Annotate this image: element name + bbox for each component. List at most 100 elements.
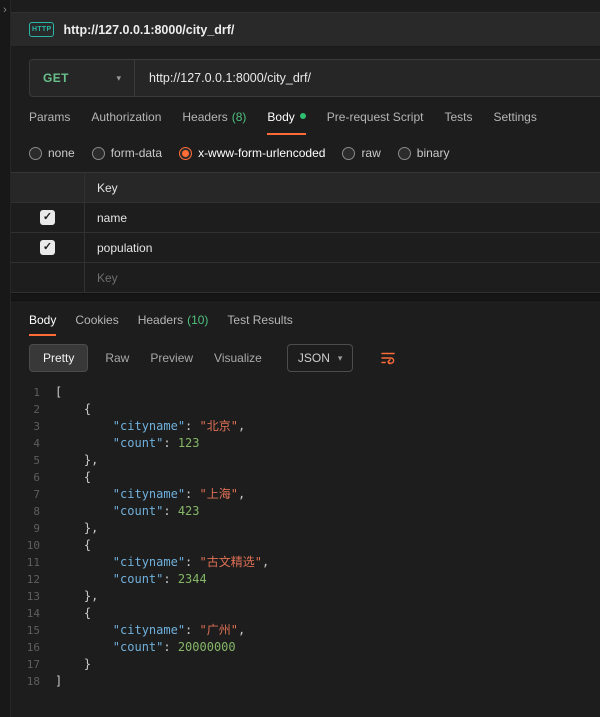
- method-select[interactable]: GET ▾: [30, 60, 135, 96]
- body-mode-none[interactable]: none: [29, 146, 75, 160]
- tab-label: Body: [267, 110, 294, 124]
- tab-settings[interactable]: Settings: [494, 110, 537, 135]
- code-line: 2 {: [11, 401, 600, 418]
- view-label: Preview: [150, 351, 193, 365]
- response-headers-count-badge: (10): [187, 313, 208, 327]
- key-column-header: Key: [85, 173, 600, 202]
- line-number: 7: [11, 486, 55, 503]
- response-tabs: Body Cookies Headers(10) Test Results: [11, 301, 600, 336]
- url-input[interactable]: http://127.0.0.1:8000/city_drf/: [135, 60, 600, 96]
- tab-label: Headers: [182, 110, 227, 124]
- code-line: 3 "cityname": "北京",: [11, 418, 600, 435]
- code-line: 9 },: [11, 520, 600, 537]
- key-cell[interactable]: name: [85, 203, 600, 232]
- tab-label: Params: [29, 110, 70, 124]
- radio-icon: [92, 147, 105, 160]
- tab-headers[interactable]: Headers(8): [182, 110, 246, 135]
- tab-tests[interactable]: Tests: [444, 110, 472, 135]
- code-line: 18]: [11, 673, 600, 690]
- view-visualize-button[interactable]: Visualize: [210, 344, 266, 372]
- table-row: ✓ population: [11, 233, 600, 263]
- view-raw-button[interactable]: Raw: [101, 344, 133, 372]
- line-number: 11: [11, 554, 55, 571]
- response-view-bar: Pretty Raw Preview Visualize JSON ▾: [29, 344, 582, 372]
- code-text: {: [55, 469, 91, 486]
- sidebar-collapsed-rail[interactable]: ›: [0, 0, 11, 717]
- key-cell[interactable]: population: [85, 233, 600, 262]
- code-line: 4 "count": 123: [11, 435, 600, 452]
- key-header-label: Key: [97, 181, 118, 195]
- expand-sidebar-icon[interactable]: ›: [3, 4, 7, 16]
- table-header-row: Key: [11, 173, 600, 203]
- line-number: 18: [11, 673, 55, 690]
- mode-label: raw: [361, 146, 380, 160]
- code-line: 7 "cityname": "上海",: [11, 486, 600, 503]
- method-label: GET: [43, 71, 69, 85]
- code-line: 12 "count": 2344: [11, 571, 600, 588]
- code-line: 13 },: [11, 588, 600, 605]
- line-number: 3: [11, 418, 55, 435]
- view-label: Raw: [105, 351, 129, 365]
- chevron-down-icon: ▾: [116, 73, 121, 84]
- line-number: 9: [11, 520, 55, 537]
- code-lines: 1[2 {3 "cityname": "北京",4 "count": 1235 …: [11, 384, 600, 690]
- body-mode-x-www-form-urlencoded[interactable]: x-www-form-urlencoded: [179, 146, 325, 160]
- tab-body[interactable]: Body: [267, 110, 305, 135]
- body-mode-form-data[interactable]: form-data: [92, 146, 162, 160]
- view-preview-button[interactable]: Preview: [146, 344, 197, 372]
- body-mode-raw[interactable]: raw: [342, 146, 380, 160]
- code-line: 14 {: [11, 605, 600, 622]
- code-text: },: [55, 452, 98, 469]
- response-body-viewer[interactable]: 1[2 {3 "cityname": "北京",4 "count": 1235 …: [11, 378, 600, 717]
- code-line: 8 "count": 423: [11, 503, 600, 520]
- line-number: 8: [11, 503, 55, 520]
- view-label: Visualize: [214, 351, 262, 365]
- wrap-text-icon[interactable]: [380, 350, 396, 366]
- http-request-icon: HTTP: [29, 22, 54, 37]
- response-tab-test-results[interactable]: Test Results: [227, 313, 292, 336]
- checkbox-cell: ✓: [11, 233, 85, 262]
- code-text: "cityname": "古文精选",: [55, 554, 269, 571]
- mode-label: binary: [417, 146, 450, 160]
- code-line: 5 },: [11, 452, 600, 469]
- code-text: {: [55, 605, 91, 622]
- table-row-empty: Key: [11, 263, 600, 293]
- mode-label: x-www-form-urlencoded: [198, 146, 325, 160]
- response-tab-headers[interactable]: Headers(10): [138, 313, 209, 336]
- request-tab-title[interactable]: http://127.0.0.1:8000/city_drf/: [63, 23, 234, 37]
- code-text: [: [55, 384, 62, 401]
- body-mode-group: none form-data x-www-form-urlencoded raw…: [29, 146, 582, 160]
- tab-label: Tests: [444, 110, 472, 124]
- tab-pre-request-script[interactable]: Pre-request Script: [327, 110, 424, 135]
- chevron-down-icon: ▾: [338, 353, 343, 364]
- radio-icon: [342, 147, 355, 160]
- tab-authorization[interactable]: Authorization: [91, 110, 161, 135]
- code-line: 10 {: [11, 537, 600, 554]
- panel-divider[interactable]: [11, 293, 600, 301]
- code-line: 16 "count": 20000000: [11, 639, 600, 656]
- code-text: "count": 123: [55, 435, 200, 452]
- radio-selected-icon: [179, 147, 192, 160]
- row-checkbox-checked[interactable]: ✓: [40, 240, 55, 255]
- body-dot-indicator: [300, 113, 306, 119]
- format-select[interactable]: JSON ▾: [287, 344, 354, 372]
- tab-params[interactable]: Params: [29, 110, 70, 135]
- response-tab-cookies[interactable]: Cookies: [75, 313, 118, 336]
- key-cell-placeholder[interactable]: Key: [85, 263, 600, 292]
- line-number: 14: [11, 605, 55, 622]
- request-tab-strip: HTTP http://127.0.0.1:8000/city_drf/: [11, 12, 600, 47]
- radio-icon: [398, 147, 411, 160]
- code-text: "count": 20000000: [55, 639, 236, 656]
- line-number: 4: [11, 435, 55, 452]
- view-pretty-button[interactable]: Pretty: [29, 344, 88, 372]
- url-text: http://127.0.0.1:8000/city_drf/: [149, 71, 311, 85]
- key-value: population: [97, 241, 152, 255]
- line-number: 13: [11, 588, 55, 605]
- body-mode-binary[interactable]: binary: [398, 146, 450, 160]
- code-text: "count": 423: [55, 503, 200, 520]
- checkbox-cell: [11, 263, 85, 292]
- tab-label: Authorization: [91, 110, 161, 124]
- code-text: {: [55, 537, 91, 554]
- response-tab-body[interactable]: Body: [29, 313, 56, 336]
- row-checkbox-checked[interactable]: ✓: [40, 210, 55, 225]
